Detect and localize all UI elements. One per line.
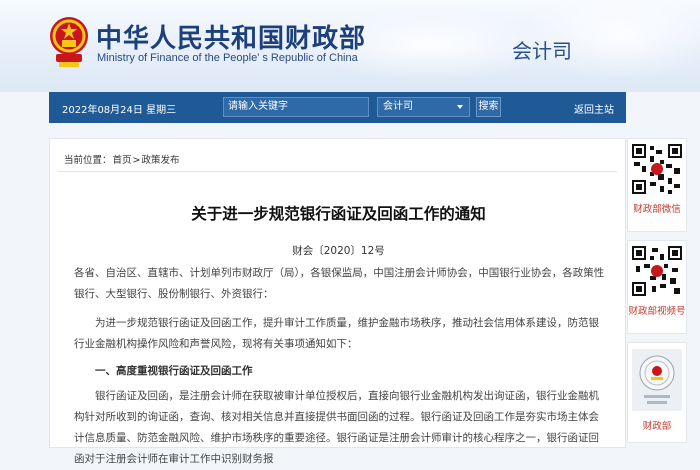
breadcrumb-home-link[interactable]: 首页 (113, 155, 132, 166)
wechat-label: 财政部微信 (633, 204, 681, 215)
department-name[interactable]: 会计司 (512, 35, 572, 64)
site-title: 中华人民共和国财政部 (96, 24, 367, 54)
article-paragraph: 各省、自治区、直辖市、计划单列市财政厅（局），各银保监局，中国注册会计师协会，中… (74, 267, 605, 300)
breadcrumb-section-link[interactable]: 政策发布 (142, 155, 180, 166)
qr-code-icon (632, 246, 682, 296)
scope-select-value: 会计司 (383, 101, 413, 112)
divider (58, 171, 617, 172)
article-paragraph: 银行函证及回函，是注册会计师在获取被审计单位授权后，直接向银行业金融机构发出询证… (74, 390, 599, 465)
nav-bar: 2022年08月24日 星期三 请输入关键字 会计司 搜索 返回主站 (49, 92, 626, 123)
app-card[interactable]: 财政部 (627, 342, 687, 443)
search-input[interactable]: 请输入关键字 (223, 97, 369, 117)
document-number: 财会〔2020〕12号 (292, 245, 385, 257)
current-date: 2022年08月24日 星期三 (62, 105, 177, 116)
article-panel: 当前位置：首页>政策发布 关于进一步规范银行函证及回函工作的通知 财会〔2020… (49, 138, 626, 465)
scope-select[interactable]: 会计司 (377, 97, 470, 117)
breadcrumb: 当前位置：首页>政策发布 (64, 152, 181, 166)
back-to-main-link[interactable]: 返回主站 (574, 101, 614, 116)
seal-icon (632, 349, 682, 411)
breadcrumb-separator: > (132, 155, 141, 166)
qr-code-icon (632, 144, 682, 194)
app-label: 财政部 (642, 421, 672, 432)
search-button[interactable]: 搜索 (476, 97, 501, 117)
breadcrumb-prefix: 当前位置： (64, 155, 112, 166)
national-emblem-icon (50, 17, 88, 67)
section-heading: 一、高度重视银行函证及回函工作 (95, 365, 253, 377)
article-title: 关于进一步规范银行函证及回函工作的通知 (191, 205, 486, 223)
site-header: 中华人民共和国财政部 Ministry of Finance of the Pe… (0, 0, 700, 92)
chevron-down-icon (457, 105, 463, 109)
wechat-card[interactable]: 财政部微信 (627, 138, 687, 232)
video-account-card[interactable]: 财政部视频号 (627, 240, 687, 334)
site-subtitle-en: Ministry of Finance of the People' s Rep… (97, 52, 358, 64)
article-paragraph: 为进一步规范银行函证及回函工作，提升审计工作质量，维护金融市场秩序，推动社会信用… (74, 317, 599, 350)
video-account-label: 财政部视频号 (628, 306, 686, 317)
